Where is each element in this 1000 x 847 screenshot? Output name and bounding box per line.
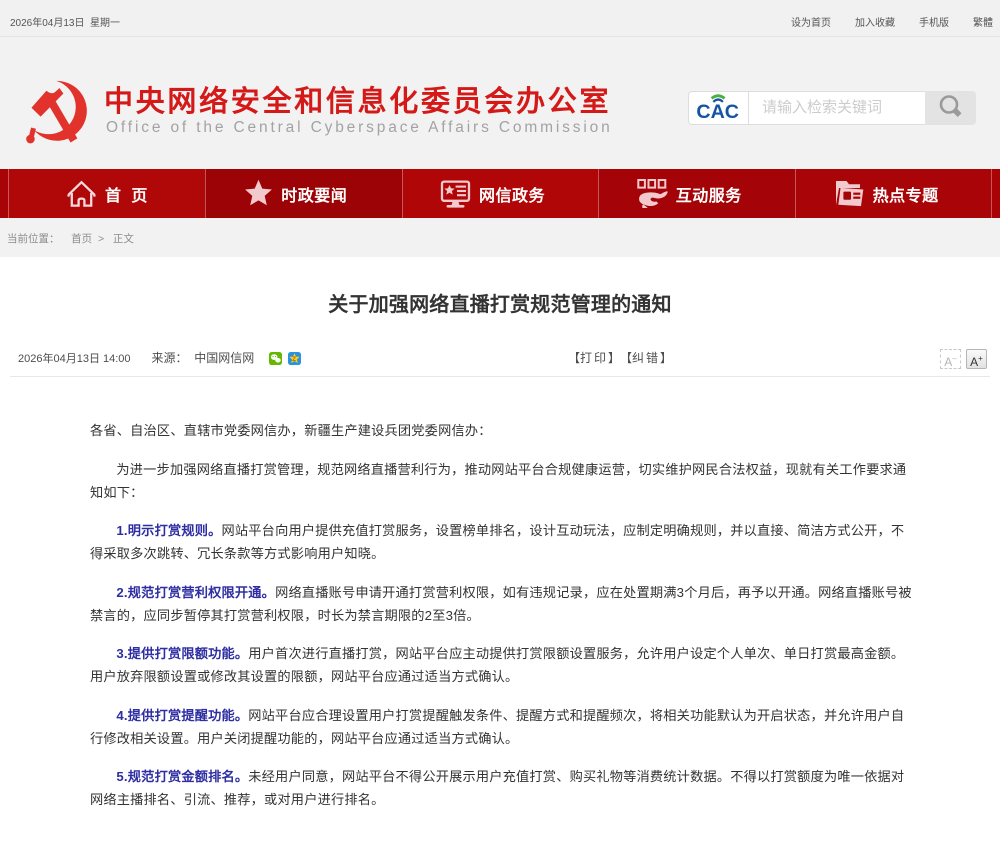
svg-text:CAC: CAC — [696, 100, 739, 122]
svg-text:Z: Z — [292, 356, 296, 363]
